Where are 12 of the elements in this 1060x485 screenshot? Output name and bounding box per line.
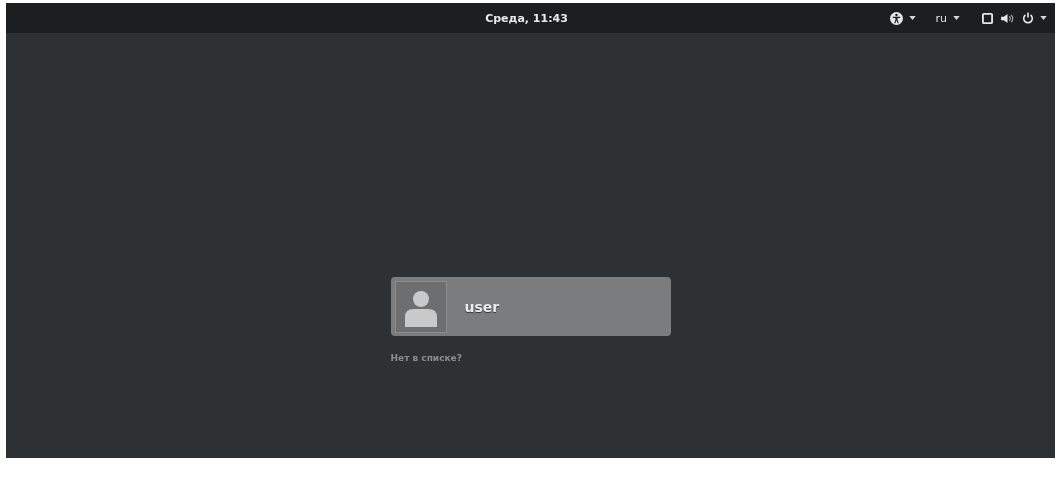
caret-icon[interactable]	[908, 16, 916, 20]
avatar-icon	[394, 280, 447, 333]
power-icon[interactable]	[1022, 12, 1034, 24]
user-item[interactable]: user	[390, 277, 671, 336]
accessibility-icon[interactable]	[889, 11, 903, 25]
keyboard-layout[interactable]: ru	[935, 11, 947, 25]
not-listed-link[interactable]: Нет в списке?	[390, 353, 462, 363]
caret-icon[interactable]	[953, 16, 960, 20]
clock[interactable]: Среда, 11:43	[485, 11, 568, 25]
caret-icon[interactable]	[1040, 16, 1047, 20]
volume-icon[interactable]	[1001, 12, 1014, 24]
network-icon[interactable]	[982, 12, 993, 24]
